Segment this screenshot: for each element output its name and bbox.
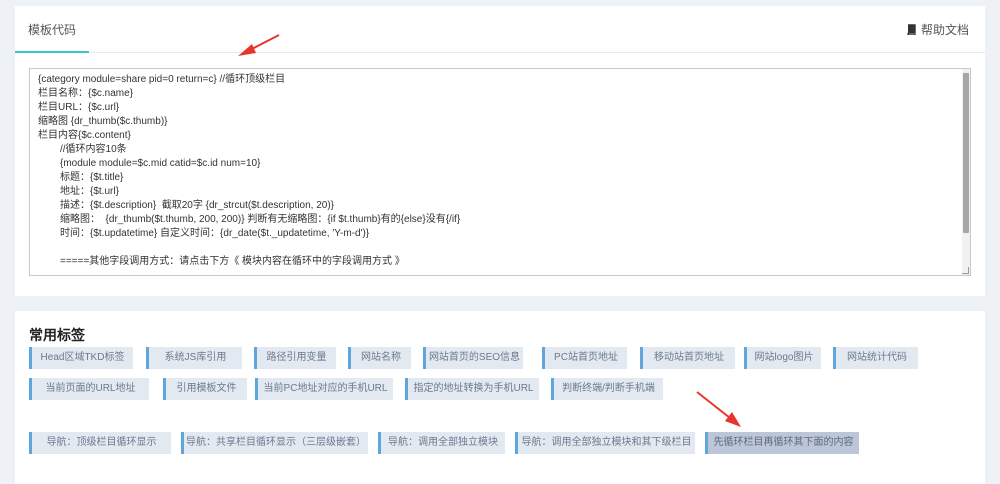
- tag-button[interactable]: 系统JS库引用: [146, 347, 242, 369]
- help-docs-link[interactable]: 帮助文档: [906, 6, 969, 52]
- tag-button[interactable]: 导航：共享栏目循环显示（三层级嵌套）: [181, 432, 368, 454]
- code-line: 地址：{$t.url}: [60, 186, 119, 197]
- tag-button[interactable]: 当前页面的URL地址: [29, 378, 149, 400]
- tag-button[interactable]: 网站名称: [348, 347, 411, 369]
- code-line: 缩略图 {dr_thumb($c.thumb)}: [38, 116, 168, 127]
- tag-button-active[interactable]: 先循环栏目再循环其下面的内容: [705, 432, 859, 454]
- editor-scrollbar[interactable]: [962, 69, 970, 275]
- code-line: //循环内容10条: [60, 144, 127, 155]
- tag-button[interactable]: 导航：调用全部独立模块和其下级栏目: [515, 432, 695, 454]
- code-line: 栏目内容{$c.content}: [38, 130, 131, 141]
- tag-button[interactable]: 指定的地址转换为手机URL: [405, 378, 539, 400]
- code-line: {module module=$c.mid catid=$c.id num=10…: [60, 158, 261, 169]
- code-line: =====其他字段调用方式：请点击下方《 模块内容在循环中的字段调用方式 》: [60, 256, 405, 267]
- scrollbar-thumb[interactable]: [963, 73, 969, 233]
- code-content[interactable]: {category module=share pid=0 return=c} /…: [30, 69, 970, 269]
- common-tags-panel: 常用标签 Head区域TKD标签 系统JS库引用 路径引用变量 网站名称 网站首…: [15, 311, 985, 484]
- tab-bar: 模板代码 帮助文档: [15, 6, 985, 53]
- book-icon: [906, 7, 917, 55]
- code-line: 栏目名称：{$c.name}: [38, 88, 134, 99]
- tag-button[interactable]: 导航：顶级栏目循环显示: [29, 432, 171, 454]
- section-title: 常用标签: [29, 327, 85, 343]
- resize-handle[interactable]: [962, 267, 969, 274]
- code-line: 描述：{$t.description} 截取20字 {dr_strcut($t.…: [60, 200, 335, 211]
- tag-button[interactable]: 网站logo图片: [744, 347, 821, 369]
- tag-button[interactable]: PC站首页地址: [542, 347, 627, 369]
- code-line: {category module=share pid=0 return=c} /…: [38, 74, 286, 85]
- tag-button[interactable]: 导航：调用全部独立模块: [378, 432, 505, 454]
- tag-button[interactable]: 网站首页的SEO信息: [423, 347, 523, 369]
- code-line: 时间：{$t.updatetime} 自定义时间：{dr_date($t._up…: [60, 228, 370, 239]
- tag-button[interactable]: Head区域TKD标签: [29, 347, 133, 369]
- tab-template-code[interactable]: 模板代码: [15, 6, 89, 53]
- tag-button[interactable]: 移动站首页地址: [640, 347, 735, 369]
- code-line: 标题：{$t.title}: [60, 172, 124, 183]
- tag-button[interactable]: 判断终端/判断手机端: [551, 378, 663, 400]
- code-line: 栏目URL：{$c.url}: [38, 102, 120, 113]
- tag-button[interactable]: 网站统计代码: [833, 347, 918, 369]
- tag-button[interactable]: 当前PC地址对应的手机URL: [255, 378, 393, 400]
- tag-button[interactable]: 引用模板文件: [163, 378, 247, 400]
- template-code-editor[interactable]: {category module=share pid=0 return=c} /…: [29, 68, 971, 276]
- code-line: 缩略图： {dr_thumb($t.thumb, 200, 200)} 判断有无…: [60, 214, 461, 225]
- template-code-panel: 模板代码 帮助文档 {category module=share pid=0 r…: [15, 6, 985, 296]
- help-docs-label: 帮助文档: [920, 23, 969, 37]
- tag-button[interactable]: 路径引用变量: [254, 347, 336, 369]
